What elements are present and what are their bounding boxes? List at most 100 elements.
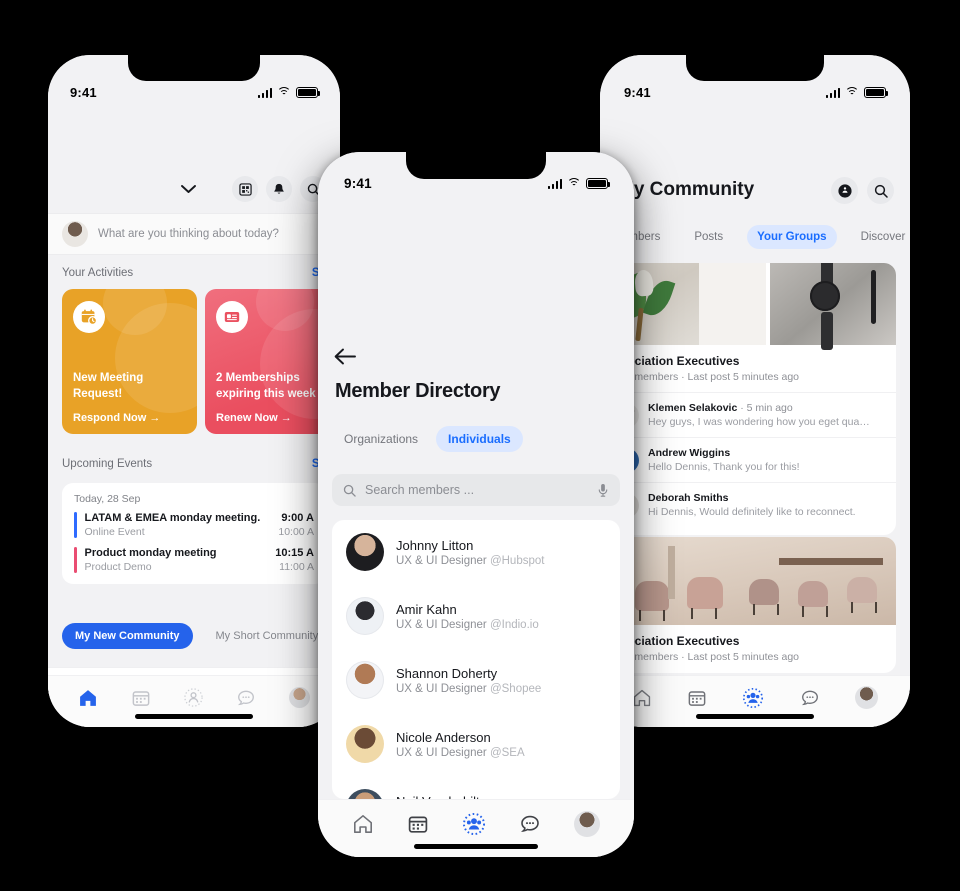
member-role: UX & UI Designer @Shopee	[396, 682, 542, 695]
bell-icon[interactable]	[266, 176, 292, 202]
status-time: 9:41	[70, 85, 97, 100]
tab-organizations[interactable]: Organizations	[332, 426, 430, 452]
search-members-field[interactable]: Search members ...	[332, 474, 620, 506]
phone-right-my-community: 9:41 My Community embers Posts Your Grou…	[600, 55, 910, 727]
tab-discover[interactable]: Discover	[851, 225, 910, 249]
tab-calendar[interactable]	[407, 813, 429, 835]
tab-profile-avatar[interactable]	[288, 687, 310, 708]
status-bar: 9:41	[600, 85, 910, 100]
avatar	[346, 533, 384, 571]
tab-chat[interactable]	[236, 688, 256, 708]
chevron-down-icon[interactable]	[176, 177, 200, 201]
status-icons	[257, 87, 321, 98]
group-message[interactable]: Deborah Smiths Hi Dennis, Would definite…	[600, 482, 896, 527]
tab-calendar[interactable]	[687, 688, 707, 708]
message-author: Andrew Wiggins	[648, 447, 731, 459]
tab-individuals[interactable]: Individuals	[436, 426, 523, 452]
list-item[interactable]: Amir Kahn UX & UI Designer @Indio.io	[332, 584, 620, 648]
wifi-icon	[277, 87, 291, 98]
tab-profile-avatar[interactable]	[573, 810, 600, 837]
phone-left-home-feed: 9:41 What are you thinking about today? …	[48, 55, 340, 727]
event-row[interactable]: Product monday meeting Product Demo 10:1…	[74, 547, 314, 573]
cellular-signal-icon	[547, 178, 562, 189]
group-cover-image	[600, 263, 896, 350]
bottom-tab-bar	[48, 675, 340, 727]
list-item[interactable]: Neil Vanderbilt UX & UI Designer @Indio.…	[332, 776, 620, 799]
member-name: Nicole Anderson	[396, 729, 491, 745]
info-badge-icon[interactable]	[831, 177, 858, 204]
status-icons	[825, 87, 889, 98]
screenshot-stage: 9:41 What are you thinking about today? …	[0, 0, 960, 891]
avatar	[346, 597, 384, 635]
event-end-time: 10:00 A	[278, 526, 314, 538]
avatar	[346, 661, 384, 699]
member-name: Shannon Doherty	[396, 665, 498, 681]
events-section-header: Upcoming Events Se	[48, 458, 340, 470]
event-subtitle: Product Demo	[84, 561, 152, 573]
tab-community[interactable]	[183, 687, 204, 708]
community-tabs: embers Posts Your Groups Discover Docu	[600, 225, 910, 249]
search-icon[interactable]	[867, 177, 894, 204]
post-composer[interactable]: What are you thinking about today?	[48, 213, 340, 255]
event-row[interactable]: LATAM & EMEA monday meeting. Online Even…	[74, 512, 314, 538]
calendar-clock-icon	[73, 301, 105, 333]
wifi-icon	[567, 178, 581, 189]
activity-cards: New Meeting Request! Respond Now → 2 Memb…	[62, 289, 340, 434]
search-placeholder: Search members ...	[365, 483, 475, 497]
right-screen: 9:41 My Community embers Posts Your Grou…	[600, 55, 910, 727]
directory-tabs: Organizations Individuals	[332, 426, 523, 452]
member-role: UX & UI Designer @Hubspot	[396, 554, 545, 567]
message-text: Hey guys, I was wondering how you eget q…	[648, 416, 870, 428]
notch	[406, 152, 546, 179]
group-message[interactable]: Andrew Wiggins Hello Dennis, Thank you f…	[600, 437, 896, 482]
chip-my-new-community[interactable]: My New Community	[62, 623, 193, 649]
avatar	[62, 221, 88, 247]
tab-chat[interactable]	[800, 688, 820, 708]
tab-home[interactable]	[352, 813, 374, 835]
tab-community[interactable]	[462, 812, 486, 836]
list-item[interactable]: Shannon Doherty UX & UI Designer @Shopee	[332, 648, 620, 712]
tab-posts[interactable]: Posts	[684, 225, 733, 249]
group-card[interactable]: ssociation Executives 676 members · Last…	[600, 537, 896, 673]
left-screen: 9:41 What are you thinking about today? …	[48, 55, 340, 727]
event-color-bar	[74, 547, 77, 573]
list-item[interactable]: Johnny Litton UX & UI Designer @Hubspot	[332, 520, 620, 584]
group-name: ssociation Executives	[614, 634, 740, 648]
group-card[interactable]: ssociation Executives 676 members · Last…	[600, 263, 896, 535]
activities-title: Your Activities	[62, 267, 134, 279]
cellular-signal-icon	[257, 87, 272, 98]
list-item[interactable]: Nicole Anderson UX & UI Designer @SEA	[332, 712, 620, 776]
member-list[interactable]: Johnny Litton UX & UI Designer @Hubspot …	[332, 520, 620, 799]
group-meta: 676 members · Last post 5 minutes ago	[614, 371, 800, 383]
page-title: Member Directory	[335, 380, 501, 402]
activity-card-title: 2 Memberships expiring this week	[216, 372, 316, 400]
qr-scan-icon[interactable]	[232, 176, 258, 202]
member-name: Amir Kahn	[396, 601, 457, 617]
tab-home[interactable]	[632, 688, 652, 708]
group-cover-image	[600, 537, 896, 625]
event-start-time: 9:00 A	[281, 512, 314, 524]
tab-your-groups[interactable]: Your Groups	[747, 225, 837, 249]
tab-home[interactable]	[78, 688, 98, 708]
tab-community[interactable]	[742, 687, 764, 709]
renew-now-link[interactable]: Renew Now →	[216, 412, 329, 424]
membership-card-icon	[216, 301, 248, 333]
event-name: Product monday meeting	[84, 547, 217, 559]
microphone-icon[interactable]	[597, 483, 609, 498]
back-arrow-icon[interactable]	[334, 348, 356, 365]
tab-profile-avatar[interactable]	[855, 686, 879, 709]
event-start-time: 10:15 A	[275, 547, 314, 559]
status-time: 9:41	[344, 176, 372, 191]
battery-icon	[296, 87, 321, 98]
message-author: Deborah Smiths	[648, 492, 729, 504]
cellular-signal-icon	[825, 87, 840, 98]
notch	[128, 55, 260, 81]
tab-chat[interactable]	[519, 813, 541, 835]
status-icons	[547, 178, 611, 189]
activity-card-meeting[interactable]: New Meeting Request! Respond Now →	[62, 289, 197, 434]
respond-now-link[interactable]: Respond Now →	[73, 412, 186, 424]
events-title: Upcoming Events	[62, 458, 153, 470]
group-message[interactable]: Klemen Selakovic · 5 min ago Hey guys, I…	[600, 392, 896, 437]
member-role: UX & UI Designer @Indio.io	[396, 618, 539, 631]
tab-calendar[interactable]	[131, 688, 151, 708]
